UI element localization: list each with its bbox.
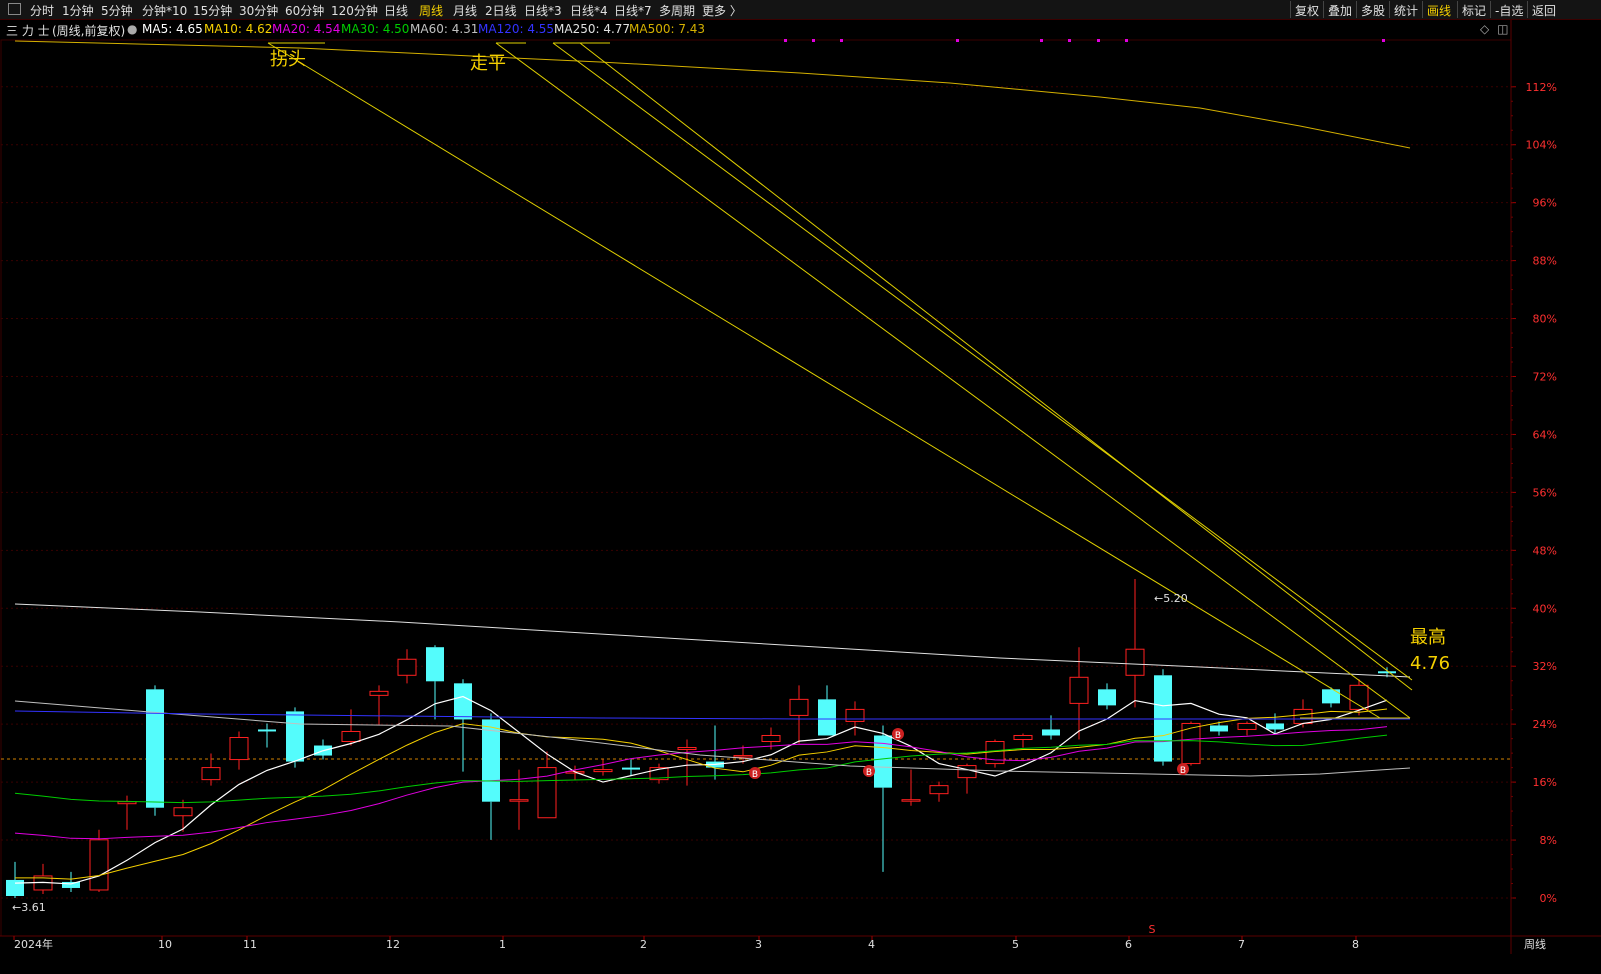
candle-body-up[interactable]	[89, 839, 109, 891]
y-axis-label: 112%	[1526, 81, 1557, 94]
candle-body-down[interactable]	[818, 699, 836, 736]
candle-body-up[interactable]	[1293, 708, 1313, 724]
x-period-label: 周线	[1524, 937, 1546, 951]
candle-body-up[interactable]	[509, 799, 529, 802]
candle-body-up[interactable]	[229, 736, 249, 761]
candle-body-down[interactable]	[454, 683, 472, 720]
candle-body-up[interactable]	[1237, 722, 1257, 730]
candle-body-up[interactable]	[1069, 676, 1089, 704]
plot-frame	[0, 39, 1512, 937]
ma500-line	[14, 40, 1411, 149]
ma10-line	[15, 708, 1388, 880]
annotation-label-1: 拐头	[270, 49, 306, 70]
x-axis-label: 12	[386, 938, 400, 951]
y-axis-label: 56%	[1533, 486, 1557, 499]
candle-body-down[interactable]	[426, 647, 444, 682]
candle-body-down[interactable]	[1210, 725, 1228, 732]
candle-body-up[interactable]	[593, 769, 613, 773]
y-axis-label: 48%	[1533, 544, 1557, 557]
candle-body-down[interactable]	[1266, 723, 1284, 730]
candle-body-up[interactable]	[733, 755, 753, 758]
buy-signal-label: B	[866, 768, 872, 778]
candle-body-down[interactable]	[622, 767, 640, 770]
kline-chart[interactable]: 112% 104% 96% 88% 80% 72% 64% 56% 48% 40% 32% 24% 16…	[0, 0, 1601, 974]
candle-body-up[interactable]	[1125, 648, 1145, 676]
x-axis-label: 2024年	[14, 937, 53, 951]
buy-signal-label: B	[752, 770, 758, 780]
signal-dot	[784, 39, 787, 42]
signal-dot	[1382, 39, 1385, 42]
candle-body-down[interactable]	[1042, 729, 1060, 736]
signal-dot	[840, 39, 843, 42]
y-axis-label: 8%	[1540, 834, 1557, 847]
y-axis-label: 32%	[1533, 660, 1557, 673]
candle-body-down[interactable]	[1378, 671, 1396, 674]
y-axis-label: 96%	[1533, 197, 1557, 210]
signal-dot	[956, 39, 959, 42]
candle-body-down[interactable]	[146, 689, 164, 808]
candle-body-up[interactable]	[761, 734, 781, 743]
signal-dot	[812, 39, 815, 42]
peak-price-marker: ←5.20	[1154, 592, 1188, 605]
candle-body-up[interactable]	[341, 730, 361, 743]
high-title: 最高	[1410, 627, 1446, 648]
candle-body-up[interactable]	[1013, 734, 1033, 740]
buy-signal-label: B	[1180, 766, 1186, 776]
y-axis-label: 88%	[1533, 255, 1557, 268]
candle-body-down[interactable]	[6, 879, 24, 896]
candle-body-down[interactable]	[1098, 689, 1116, 706]
y-axis-label: 64%	[1533, 428, 1557, 441]
candle-body-up[interactable]	[789, 698, 809, 716]
y-axis-label: 80%	[1533, 313, 1557, 326]
y-axis-label: 16%	[1533, 776, 1557, 789]
ma5-line	[14, 695, 1388, 885]
candle-body-up[interactable]	[397, 658, 417, 676]
signal-dot	[1097, 39, 1100, 42]
trend-line[interactable]	[579, 42, 1413, 691]
y-axis-label: 40%	[1533, 602, 1557, 615]
y-axis-label: 24%	[1533, 718, 1557, 731]
candle-body-down[interactable]	[1154, 675, 1172, 762]
y-axis-label: 104%	[1526, 139, 1557, 152]
trend-line[interactable]	[267, 42, 1381, 719]
y-axis-label: 72%	[1533, 371, 1557, 384]
candle-body-up[interactable]	[677, 747, 697, 751]
signal-dot	[1040, 39, 1043, 42]
candle-body-up[interactable]	[173, 807, 193, 817]
candle-body-up[interactable]	[369, 690, 389, 696]
candle-body-down[interactable]	[62, 881, 80, 888]
low-price-marker: ←3.61	[12, 901, 46, 914]
buy-signal-label: B	[895, 731, 901, 741]
candle-body-up[interactable]	[845, 708, 865, 722]
candle-body-down[interactable]	[286, 711, 304, 762]
x-axis-label: 11	[243, 938, 257, 951]
signal-dot	[1125, 39, 1128, 42]
candle-body-up[interactable]	[201, 767, 221, 781]
high-value: 4.76	[1410, 653, 1450, 674]
trend-line[interactable]	[552, 42, 1413, 681]
candle-body-down[interactable]	[258, 729, 276, 732]
candle-body-down[interactable]	[1322, 689, 1340, 704]
x-axis-label: 10	[158, 938, 172, 951]
y-axis-label: 0%	[1540, 892, 1557, 905]
candle-body-down[interactable]	[482, 719, 500, 802]
annotation-label-2: 走平	[470, 53, 506, 74]
signal-dot	[1068, 39, 1071, 42]
sell-marker: S	[1149, 923, 1156, 936]
ma20-line	[14, 726, 1388, 840]
candle-body-up[interactable]	[901, 799, 921, 802]
candle-body-up[interactable]	[929, 785, 949, 795]
